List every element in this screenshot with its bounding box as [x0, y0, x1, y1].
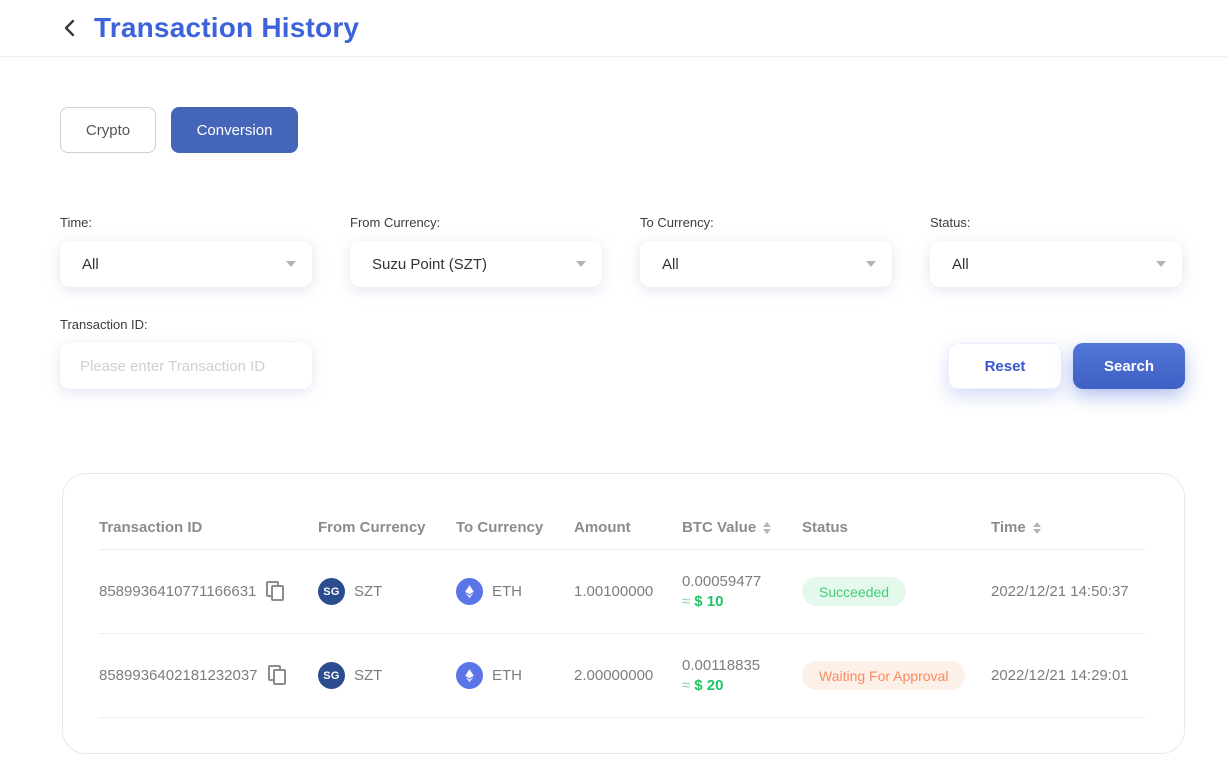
from-currency-label: From Currency: [350, 215, 602, 230]
col-time-label: Time [991, 519, 1026, 536]
back-icon[interactable] [58, 16, 82, 40]
sort-icon[interactable] [1033, 522, 1041, 534]
col-time[interactable]: Time [991, 519, 1146, 536]
szt-coin-icon: SG [318, 662, 345, 689]
from-currency-cell: SG SZT [318, 578, 456, 605]
chevron-down-icon [576, 261, 586, 267]
status-badge: Succeeded [802, 577, 906, 606]
col-to-currency: To Currency [456, 519, 574, 536]
filter-to-currency: To Currency: All [640, 215, 892, 287]
time-select[interactable]: All [60, 241, 312, 287]
time-select-value: All [82, 256, 99, 273]
transaction-id-cell: 8589936402181232037 [99, 665, 318, 686]
chevron-down-icon [866, 261, 876, 267]
status-cell: Succeeded [802, 577, 991, 606]
status-label: Status: [930, 215, 1182, 230]
page-header: Transaction History [0, 0, 1228, 57]
tab-conversion[interactable]: Conversion [171, 107, 298, 153]
transaction-id-value: 8589936402181232037 [99, 667, 258, 684]
col-btc-value-label: BTC Value [682, 519, 756, 536]
transaction-id-label: Transaction ID: [60, 317, 312, 332]
col-status: Status [802, 519, 991, 536]
time-label: Time: [60, 215, 312, 230]
filter-transaction-id: Transaction ID: [60, 317, 312, 389]
from-currency-cell: SG SZT [318, 662, 456, 689]
usd-value: $ 20 [694, 677, 723, 694]
copy-icon[interactable] [268, 665, 286, 686]
btc-value-cell: 0.00118835 ≈$ 20 [682, 656, 802, 696]
status-cell: Waiting For Approval [802, 661, 991, 690]
usd-value: $ 10 [694, 593, 723, 610]
from-currency-select-value: Suzu Point (SZT) [372, 256, 487, 273]
to-currency-label: To Currency: [640, 215, 892, 230]
col-transaction-id: Transaction ID [99, 519, 318, 536]
col-btc-value[interactable]: BTC Value [682, 519, 802, 536]
amount-cell: 1.00100000 [574, 583, 682, 600]
reset-button[interactable]: Reset [948, 343, 1062, 389]
btc-value: 0.00118835 [682, 656, 802, 676]
to-currency-cell: ETH [456, 578, 574, 605]
transactions-table-card: Transaction ID From Currency To Currency… [62, 473, 1185, 754]
filter-status: Status: All [930, 215, 1182, 287]
search-button[interactable]: Search [1073, 343, 1185, 389]
to-currency-symbol: ETH [492, 667, 522, 684]
status-select[interactable]: All [930, 241, 1182, 287]
col-amount: Amount [574, 519, 682, 536]
filters: Time: All From Currency: Suzu Point (SZT… [60, 215, 1228, 287]
copy-icon[interactable] [266, 581, 284, 602]
approx-symbol: ≈ [682, 593, 690, 610]
status-select-value: All [952, 256, 969, 273]
transaction-id-value: 8589936410771166631 [99, 583, 256, 600]
szt-coin-icon: SG [318, 578, 345, 605]
to-currency-symbol: ETH [492, 583, 522, 600]
from-currency-symbol: SZT [354, 667, 382, 684]
sort-icon[interactable] [763, 522, 771, 534]
from-currency-select[interactable]: Suzu Point (SZT) [350, 241, 602, 287]
to-currency-cell: ETH [456, 662, 574, 689]
btc-value-cell: 0.00059477 ≈$ 10 [682, 572, 802, 612]
to-currency-select[interactable]: All [640, 241, 892, 287]
chevron-down-icon [286, 261, 296, 267]
table-row: 8589936402181232037 SG SZT ETH 2.0000000… [99, 634, 1146, 718]
status-badge: Waiting For Approval [802, 661, 965, 690]
chevron-down-icon [1156, 261, 1166, 267]
to-currency-select-value: All [662, 256, 679, 273]
eth-coin-icon [456, 578, 483, 605]
filters-row-2: Transaction ID: Reset Search [60, 317, 1185, 389]
approx-symbol: ≈ [682, 677, 690, 694]
amount-cell: 2.00000000 [574, 667, 682, 684]
time-cell: 2022/12/21 14:50:37 [991, 583, 1146, 600]
time-cell: 2022/12/21 14:29:01 [991, 667, 1146, 684]
eth-coin-icon [456, 662, 483, 689]
page-title: Transaction History [94, 12, 359, 44]
transaction-id-cell: 8589936410771166631 [99, 581, 318, 602]
history-type-tabs: Crypto Conversion [60, 107, 1228, 153]
from-currency-symbol: SZT [354, 583, 382, 600]
filter-time: Time: All [60, 215, 312, 287]
btc-value: 0.00059477 [682, 572, 802, 592]
filter-from-currency: From Currency: Suzu Point (SZT) [350, 215, 602, 287]
transaction-id-input[interactable] [60, 343, 312, 389]
col-from-currency: From Currency [318, 519, 456, 536]
tab-crypto[interactable]: Crypto [60, 107, 156, 153]
table-row: 8589936410771166631 SG SZT ETH 1.0010000… [99, 550, 1146, 634]
table-header-row: Transaction ID From Currency To Currency… [99, 506, 1146, 550]
